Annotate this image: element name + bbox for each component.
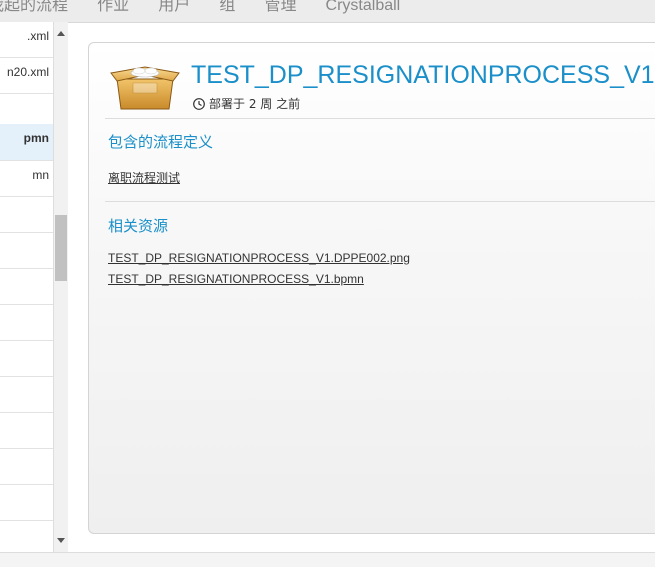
list-item[interactable] bbox=[0, 233, 53, 269]
process-definitions-heading: 包含的流程定义 bbox=[108, 133, 214, 151]
list-item[interactable] bbox=[0, 341, 53, 377]
list-item[interactable] bbox=[0, 197, 53, 233]
list-item-selected[interactable]: pmn bbox=[0, 124, 53, 161]
list-item[interactable] bbox=[0, 521, 53, 552]
list-item[interactable] bbox=[0, 449, 53, 485]
tab-users[interactable]: 用户 bbox=[158, 0, 190, 16]
resource-link-png[interactable]: TEST_DP_RESIGNATIONPROCESS_V1.DPPE002.pn… bbox=[108, 251, 410, 265]
list-item[interactable] bbox=[0, 305, 53, 341]
tab-crystalball[interactable]: Crystalball bbox=[326, 0, 401, 17]
deployment-details-panel: TEST_DP_RESIGNATIONPROCESS_V1.bp 部署于 2 周… bbox=[88, 42, 655, 534]
deployment-list: .xml n20.xml pmn mn bbox=[0, 22, 54, 552]
divider bbox=[105, 201, 655, 202]
scrollbar-thumb[interactable] bbox=[55, 215, 67, 281]
list-item[interactable]: .xml bbox=[0, 22, 53, 58]
deployed-time-text: 部署于 2 周 之前 bbox=[209, 97, 301, 111]
list-item[interactable] bbox=[0, 413, 53, 449]
list-scrollbar[interactable] bbox=[53, 22, 68, 552]
package-box-icon bbox=[110, 66, 180, 110]
process-definition-link[interactable]: 离职流程测试 bbox=[108, 169, 180, 186]
list-item[interactable] bbox=[0, 377, 53, 413]
resources-heading: 相关资源 bbox=[108, 217, 169, 235]
tab-my-processes[interactable]: 我起的流程 bbox=[0, 0, 68, 16]
deployment-title: TEST_DP_RESIGNATIONPROCESS_V1.bp bbox=[191, 61, 655, 89]
resource-link-bpmn[interactable]: TEST_DP_RESIGNATIONPROCESS_V1.bpmn bbox=[108, 272, 364, 286]
list-item[interactable] bbox=[0, 485, 53, 521]
tab-groups[interactable]: 组 bbox=[219, 0, 235, 16]
scroll-down-arrow-icon[interactable] bbox=[57, 538, 65, 543]
clock-icon bbox=[193, 98, 205, 110]
tab-jobs[interactable]: 作业 bbox=[97, 0, 129, 16]
deployed-time: 部署于 2 周 之前 bbox=[193, 95, 300, 112]
tab-manage[interactable]: 管理 bbox=[264, 0, 296, 16]
list-item[interactable]: n20.xml bbox=[0, 58, 53, 94]
scroll-up-arrow-icon[interactable] bbox=[57, 31, 65, 36]
list-item[interactable] bbox=[0, 269, 53, 305]
top-nav: 我起的流程 作业 用户 组 管理 Crystalball bbox=[0, 0, 655, 23]
nav-tabs: 我起的流程 作业 用户 组 管理 Crystalball bbox=[0, 0, 424, 17]
divider bbox=[105, 118, 655, 119]
list-item[interactable]: mn bbox=[0, 161, 53, 197]
bottom-bar bbox=[0, 552, 655, 567]
